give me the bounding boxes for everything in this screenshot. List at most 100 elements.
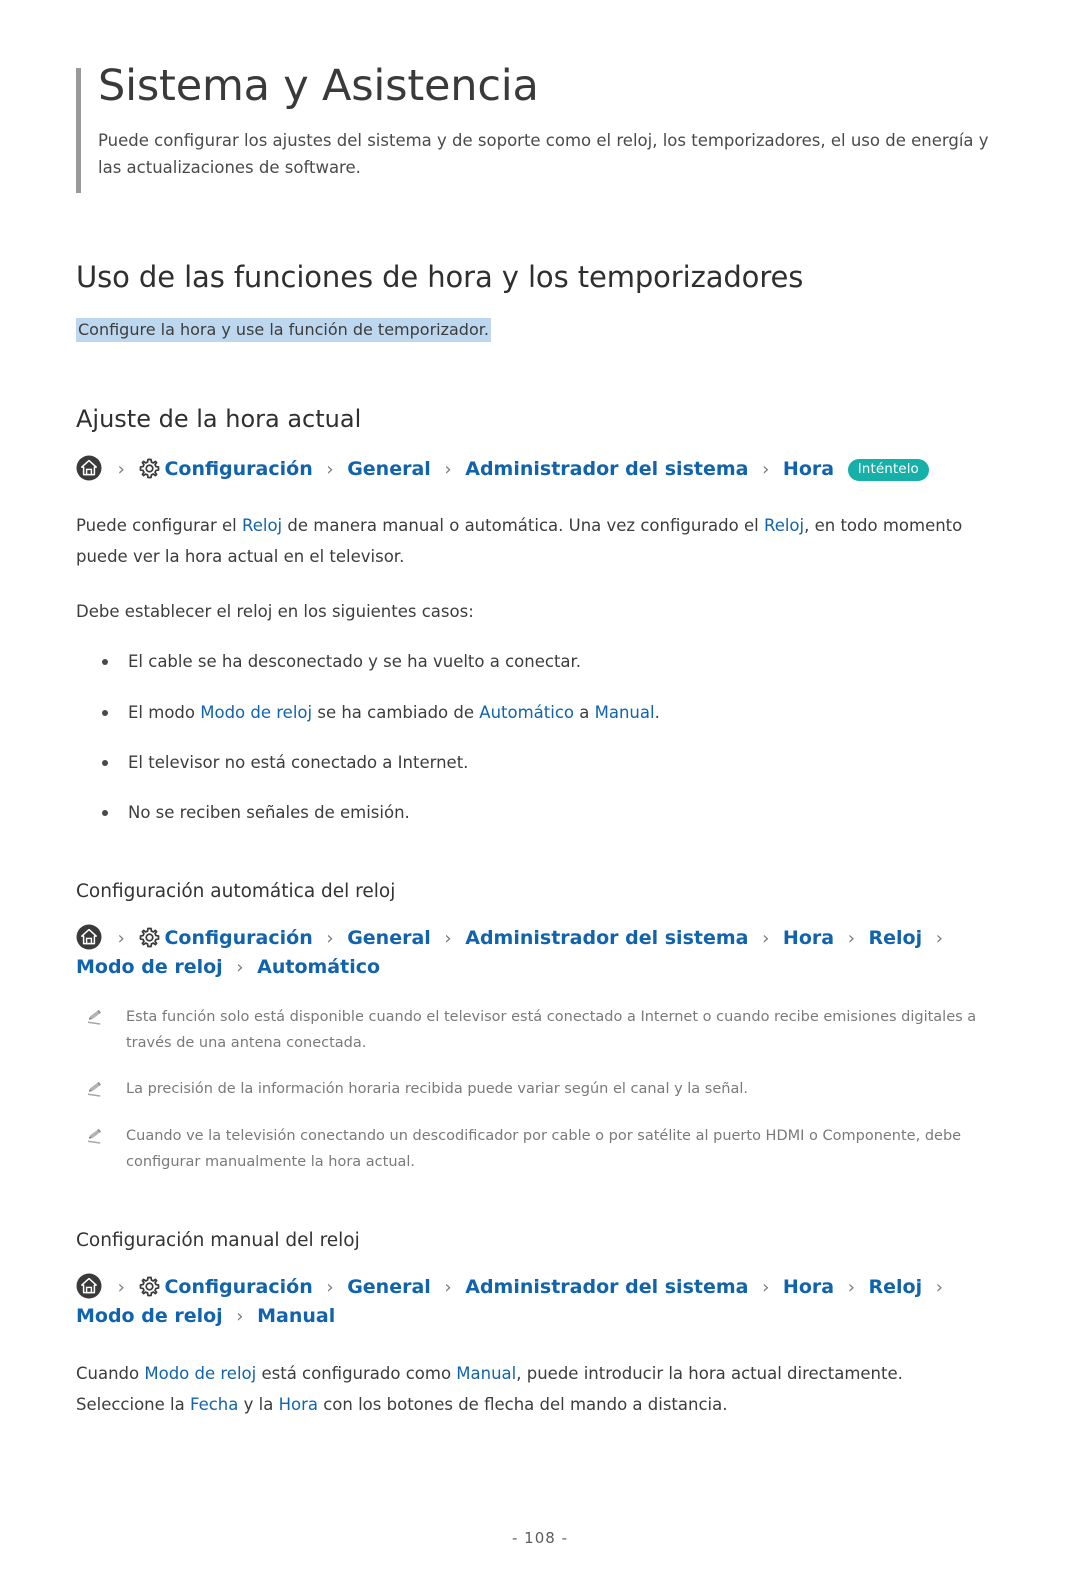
breadcrumb-item-reloj[interactable]: Reloj bbox=[869, 927, 923, 949]
inline-link-reloj[interactable]: Reloj bbox=[764, 516, 804, 535]
breadcrumb-item-configuracion[interactable]: Configuración bbox=[164, 927, 312, 949]
text-part: está configurado como bbox=[256, 1363, 457, 1383]
breadcrumb-separator: › bbox=[444, 458, 452, 480]
pencil-icon bbox=[86, 1126, 105, 1145]
inline-link-modo-de-reloj[interactable]: Modo de reloj bbox=[200, 703, 312, 722]
list-item: Esta función solo está disponible cuando… bbox=[76, 1005, 1006, 1057]
breadcrumb-config-manual: › Configuración › General › Administrado… bbox=[76, 1273, 1006, 1332]
inline-link-manual[interactable]: Manual bbox=[456, 1364, 516, 1383]
text-part: de manera manual o automática. Una vez c… bbox=[282, 516, 764, 536]
paragraph-config-manual: Cuando Modo de reloj está configurado co… bbox=[76, 1358, 988, 1420]
text-part: Puede configurar el bbox=[76, 516, 242, 536]
inline-link-manual[interactable]: Manual bbox=[595, 703, 655, 722]
title-accent-bar bbox=[76, 68, 81, 193]
paragraph-reloj-config: Puede configurar el Reloj de manera manu… bbox=[76, 510, 988, 572]
section-note-wrap: Configure la hora y use la función de te… bbox=[76, 316, 1080, 343]
breadcrumb-separator: › bbox=[762, 1276, 770, 1298]
bullet-dot-icon bbox=[102, 810, 108, 817]
breadcrumb-separator: › bbox=[117, 458, 125, 480]
note-text: La precisión de la información horaria r… bbox=[126, 1081, 748, 1098]
breadcrumb-item-administrador-sistema[interactable]: Administrador del sistema bbox=[465, 458, 748, 480]
breadcrumb-item-hora[interactable]: Hora bbox=[783, 927, 834, 949]
bullet-list-casos: El cable se ha desconectado y se ha vuel… bbox=[76, 649, 976, 827]
page-title: Sistema y Asistencia bbox=[98, 61, 539, 111]
breadcrumb-separator: › bbox=[762, 927, 770, 949]
bullet-dot-icon bbox=[102, 709, 108, 716]
inline-link-automatico[interactable]: Automático bbox=[479, 703, 574, 722]
page-subtitle: Puede configurar los ajustes del sistema… bbox=[98, 131, 989, 177]
section-highlighted-note: Configure la hora y use la función de te… bbox=[76, 317, 491, 342]
text-part: a bbox=[574, 702, 595, 722]
text-part: y la bbox=[238, 1394, 279, 1414]
breadcrumb-item-modo-de-reloj[interactable]: Modo de reloj bbox=[76, 1305, 223, 1327]
list-item: El cable se ha desconectado y se ha vuel… bbox=[76, 649, 976, 675]
breadcrumb-item-automatico[interactable]: Automático bbox=[257, 956, 380, 978]
breadcrumb-separator: › bbox=[762, 458, 770, 480]
list-item-text: No se reciben señales de emisión. bbox=[128, 803, 410, 823]
breadcrumb-separator: › bbox=[236, 1306, 244, 1328]
breadcrumb-item-administrador-sistema[interactable]: Administrador del sistema bbox=[465, 927, 748, 949]
inline-link-modo-de-reloj[interactable]: Modo de reloj bbox=[144, 1364, 256, 1383]
section-heading: Uso de las funciones de hora y los tempo… bbox=[76, 259, 804, 294]
list-item-text: El cable se ha desconectado y se ha vuel… bbox=[128, 652, 582, 672]
breadcrumb-separator: › bbox=[935, 927, 943, 949]
breadcrumb-separator: › bbox=[326, 927, 334, 949]
document-page: Sistema y Asistencia Puede configurar lo… bbox=[0, 62, 1080, 1589]
pencil-icon bbox=[86, 1079, 105, 1098]
breadcrumb-separator: › bbox=[117, 927, 125, 949]
home-icon[interactable] bbox=[76, 1273, 102, 1299]
list-item-text: El televisor no está conectado a Interne… bbox=[128, 753, 469, 773]
bullet-dot-icon bbox=[102, 760, 108, 767]
try-it-badge[interactable]: Inténtelo bbox=[847, 458, 929, 482]
gear-icon[interactable] bbox=[138, 926, 161, 949]
gear-icon[interactable] bbox=[138, 1275, 161, 1298]
breadcrumb-item-reloj[interactable]: Reloj bbox=[869, 1276, 923, 1298]
list-item: El televisor no está conectado a Interne… bbox=[76, 750, 976, 776]
breadcrumb-config-automatica: › Configuración › General › Administrado… bbox=[76, 924, 1006, 983]
breadcrumb-item-administrador-sistema[interactable]: Administrador del sistema bbox=[465, 1276, 748, 1298]
text-part: Cuando bbox=[76, 1363, 145, 1383]
breadcrumb-item-general[interactable]: General bbox=[347, 1276, 431, 1298]
note-list-config-automatica: Esta función solo está disponible cuando… bbox=[76, 1005, 1006, 1176]
breadcrumb-separator: › bbox=[935, 1276, 943, 1298]
home-icon[interactable] bbox=[76, 455, 102, 481]
breadcrumb-separator: › bbox=[326, 1276, 334, 1298]
breadcrumb-item-configuracion[interactable]: Configuración bbox=[164, 458, 312, 480]
text-part: . bbox=[654, 702, 660, 722]
breadcrumb-item-general[interactable]: General bbox=[347, 927, 431, 949]
note-text: Esta función solo está disponible cuando… bbox=[126, 1008, 977, 1051]
breadcrumb-separator: › bbox=[117, 1276, 125, 1298]
paragraph-casos-intro: Debe establecer el reloj en los siguient… bbox=[76, 602, 474, 622]
list-item: Cuando ve la televisión conectando un de… bbox=[76, 1124, 1006, 1176]
breadcrumb-separator: › bbox=[847, 1276, 855, 1298]
breadcrumb-item-hora[interactable]: Hora bbox=[783, 1276, 834, 1298]
breadcrumb-item-modo-de-reloj[interactable]: Modo de reloj bbox=[76, 956, 223, 978]
breadcrumb-item-general[interactable]: General bbox=[347, 458, 431, 480]
breadcrumb-separator: › bbox=[444, 927, 452, 949]
subsection-heading-config-automatica: Configuración automática del reloj bbox=[76, 880, 396, 902]
subsection-heading-ajuste-hora: Ajuste de la hora actual bbox=[76, 404, 362, 433]
page-number-footer: - 108 - bbox=[512, 1529, 568, 1547]
text-part: se ha cambiado de bbox=[312, 702, 480, 722]
list-item: La precisión de la información horaria r… bbox=[76, 1077, 1006, 1103]
breadcrumb-separator: › bbox=[847, 927, 855, 949]
breadcrumb-separator: › bbox=[236, 957, 244, 979]
breadcrumb-separator: › bbox=[326, 458, 334, 480]
text-part: El modo bbox=[128, 702, 201, 722]
breadcrumb-item-hora[interactable]: Hora bbox=[783, 458, 834, 480]
inline-link-reloj[interactable]: Reloj bbox=[242, 516, 282, 535]
breadcrumb-item-configuracion[interactable]: Configuración bbox=[164, 1276, 312, 1298]
subsection-heading-config-manual: Configuración manual del reloj bbox=[76, 1229, 360, 1251]
gear-icon[interactable] bbox=[138, 457, 161, 480]
home-icon[interactable] bbox=[76, 924, 102, 950]
breadcrumb-ajuste-hora: › Configuración › General › Administrado… bbox=[76, 455, 1006, 484]
inline-link-hora[interactable]: Hora bbox=[279, 1395, 318, 1414]
list-item: No se reciben señales de emisión. bbox=[76, 800, 976, 826]
inline-link-fecha[interactable]: Fecha bbox=[190, 1395, 238, 1414]
breadcrumb-separator: › bbox=[444, 1276, 452, 1298]
note-text: Cuando ve la televisión conectando un de… bbox=[126, 1128, 962, 1170]
document-header: Sistema y Asistencia Puede configurar lo… bbox=[0, 61, 1080, 193]
list-item: El modo Modo de reloj se ha cambiado de … bbox=[76, 700, 976, 726]
pencil-icon bbox=[86, 1007, 105, 1026]
breadcrumb-item-manual[interactable]: Manual bbox=[257, 1305, 335, 1327]
